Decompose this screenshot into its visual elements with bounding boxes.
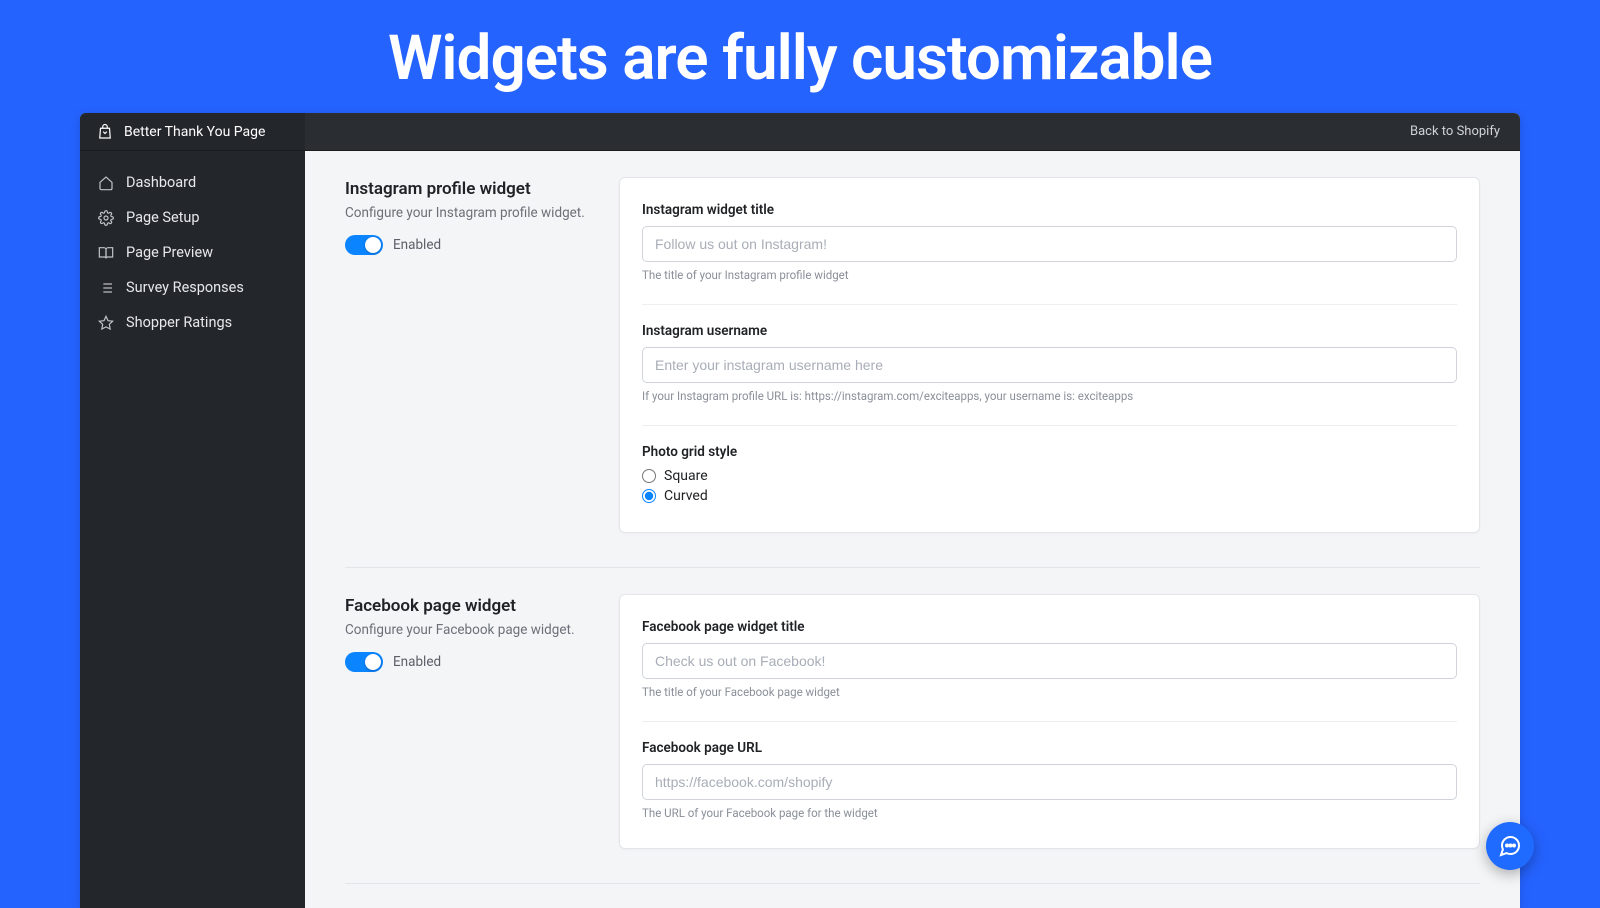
radio-input[interactable] <box>642 489 656 503</box>
main-content: Instagram profile widget Configure your … <box>305 151 1520 908</box>
app-window: Better Thank You Page Back to Shopify Da… <box>80 113 1520 908</box>
radio-curved[interactable]: Curved <box>642 488 1457 504</box>
sidebar-item-page-preview[interactable]: Page Preview <box>80 235 305 270</box>
chat-icon <box>1498 834 1522 858</box>
hero-headline: Widgets are fully customizable <box>0 0 1600 113</box>
instagram-title-input[interactable] <box>642 226 1457 262</box>
topbar: Better Thank You Page Back to Shopify <box>80 113 1520 151</box>
toggle-label: Enabled <box>393 237 441 253</box>
section-instagram: Instagram profile widget Configure your … <box>345 151 1480 568</box>
section-desc: Configure your Facebook page widget. <box>345 622 593 638</box>
radio-square[interactable]: Square <box>642 468 1457 484</box>
helper-text: If your Instagram profile URL is: https:… <box>642 389 1457 403</box>
instagram-card: Instagram widget title The title of your… <box>619 177 1480 533</box>
section-title: Instagram profile widget <box>345 179 593 199</box>
section-facebook: Facebook page widget Configure your Face… <box>345 568 1480 884</box>
home-icon <box>98 175 114 191</box>
field-label: Instagram widget title <box>642 202 1457 218</box>
star-icon <box>98 315 114 331</box>
sidebar-item-survey-responses[interactable]: Survey Responses <box>80 270 305 305</box>
enabled-toggle[interactable] <box>345 652 383 672</box>
list-icon <box>98 280 114 296</box>
sidebar-item-page-setup[interactable]: Page Setup <box>80 200 305 235</box>
app-name: Better Thank You Page <box>124 124 265 140</box>
facebook-url-input[interactable] <box>642 764 1457 800</box>
sidebar-item-label: Shopper Ratings <box>126 314 232 331</box>
sidebar-item-shopper-ratings[interactable]: Shopper Ratings <box>80 305 305 340</box>
section-youtube: Youtube video widget Configure your embe… <box>345 884 1480 908</box>
field-label: Photo grid style <box>642 444 1457 460</box>
radio-label: Curved <box>664 488 708 504</box>
topbar-brand: Better Thank You Page <box>80 113 305 150</box>
helper-text: The title of your Instagram profile widg… <box>642 268 1457 282</box>
sidebar-item-label: Dashboard <box>126 174 196 191</box>
section-title: Facebook page widget <box>345 596 593 616</box>
enabled-toggle[interactable] <box>345 235 383 255</box>
sidebar-item-label: Page Setup <box>126 209 200 226</box>
helper-text: The title of your Facebook page widget <box>642 685 1457 699</box>
sidebar: Dashboard Page Setup Page Preview Survey… <box>80 151 305 908</box>
sidebar-item-label: Survey Responses <box>126 279 244 296</box>
book-open-icon <box>98 245 114 261</box>
helper-text: The URL of your Facebook page for the wi… <box>642 806 1457 820</box>
back-to-shopify-link[interactable]: Back to Shopify <box>1410 124 1520 139</box>
instagram-username-input[interactable] <box>642 347 1457 383</box>
field-label: Facebook page URL <box>642 740 1457 756</box>
chat-button[interactable] <box>1486 822 1534 870</box>
field-label: Facebook page widget title <box>642 619 1457 635</box>
toggle-label: Enabled <box>393 654 441 670</box>
gear-icon <box>98 210 114 226</box>
section-desc: Configure your Instagram profile widget. <box>345 205 593 221</box>
field-label: Instagram username <box>642 323 1457 339</box>
sidebar-item-label: Page Preview <box>126 244 213 261</box>
sidebar-item-dashboard[interactable]: Dashboard <box>80 165 305 200</box>
facebook-title-input[interactable] <box>642 643 1457 679</box>
facebook-card: Facebook page widget title The title of … <box>619 594 1480 849</box>
radio-input[interactable] <box>642 469 656 483</box>
radio-label: Square <box>664 468 708 484</box>
shopping-bag-icon <box>96 123 114 141</box>
